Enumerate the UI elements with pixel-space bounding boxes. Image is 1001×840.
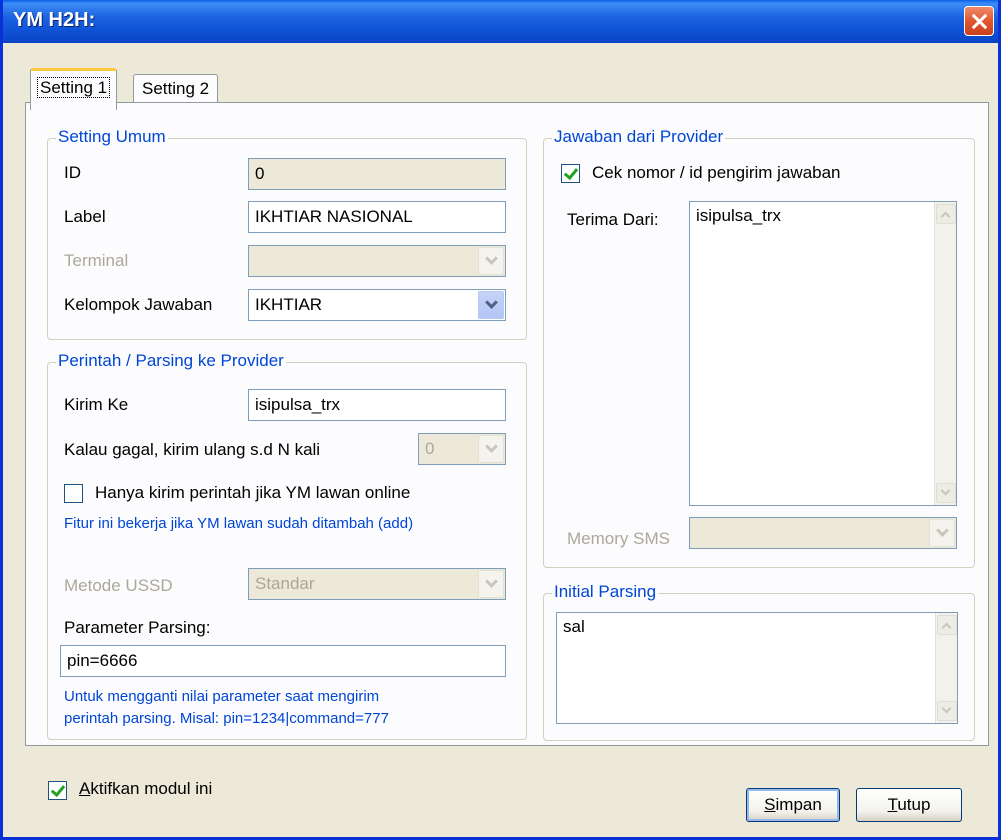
terima-scrollbar[interactable] [934, 202, 956, 505]
chevron-down-icon[interactable] [478, 247, 504, 275]
tutup-text: utup [897, 795, 931, 814]
chevron-down-icon[interactable] [478, 435, 504, 463]
memory-select[interactable] [689, 517, 957, 549]
kirim-ke-field[interactable]: isipulsa_trx [248, 389, 506, 421]
tutup-mnemonic: T [887, 795, 898, 814]
scroll-up-icon[interactable] [937, 615, 957, 635]
chevron-down-icon[interactable] [478, 291, 504, 319]
initial-parsing-scrollbar[interactable] [935, 613, 957, 723]
chevron-down-icon[interactable] [929, 519, 955, 547]
kirim-ke-label: Kirim Ke [64, 395, 129, 414]
online-note: Fitur ini bekerja jika YM lawan sudah di… [64, 515, 414, 532]
kelompok-value: IKHTIAR [255, 295, 323, 314]
aktifkan-label[interactable]: Aktifkan modul ini [79, 779, 212, 799]
close-icon[interactable] [964, 6, 994, 36]
kelompok-select[interactable]: IKHTIAR [248, 289, 506, 321]
online-only-label[interactable]: Hanya kirim perintah jika YM lawan onlin… [95, 483, 410, 503]
scroll-up-icon[interactable] [936, 204, 956, 224]
id-label: ID [64, 163, 81, 182]
param-label: Parameter Parsing: [64, 618, 211, 637]
online-only-checkbox[interactable] [64, 484, 83, 503]
id-field[interactable]: 0 [248, 158, 506, 190]
tutup-button[interactable]: Tutup [856, 788, 962, 822]
param-note-2: perintah parsing. Misal: pin=1234|comman… [64, 710, 389, 727]
chevron-down-icon[interactable] [478, 570, 504, 598]
terminal-select[interactable] [248, 245, 506, 277]
aktifkan-text: ktifkan modul ini [90, 779, 213, 798]
window-title: YM H2H: [13, 9, 96, 31]
aktifkan-mnemonic: A [79, 779, 91, 798]
group-title: Perintah / Parsing ke Provider [56, 351, 286, 371]
cek-checkbox[interactable] [561, 164, 580, 183]
group-title: Initial Parsing [552, 582, 659, 602]
title-bar[interactable]: YM H2H: [3, 0, 998, 43]
cek-label[interactable]: Cek nomor / id pengirim jawaban [592, 163, 841, 183]
scroll-down-icon[interactable] [936, 483, 956, 503]
group-title: Setting Umum [56, 127, 168, 147]
aktifkan-checkbox[interactable] [48, 781, 67, 800]
param-field[interactable]: pin=6666 [60, 645, 506, 677]
simpan-text: impan [775, 795, 822, 814]
initial-parsing-value: sal [563, 617, 585, 636]
tab-setting-1[interactable]: Setting 1 [30, 68, 118, 110]
terima-value: isipulsa_trx [696, 206, 782, 225]
retry-value: 0 [425, 439, 435, 458]
label-label: Label [64, 207, 106, 226]
kelompok-label: Kelompok Jawaban [64, 295, 213, 314]
tab-setting-2[interactable]: Setting 2 [133, 74, 219, 103]
terminal-label: Terminal [64, 251, 129, 270]
param-note-1: Untuk mengganti nilai parameter saat men… [64, 688, 380, 705]
terima-textarea[interactable]: isipulsa_trx [689, 201, 957, 506]
memory-label: Memory SMS [567, 529, 670, 548]
terima-label: Terima Dari: [567, 210, 659, 229]
tab-label: Setting 1 [37, 77, 111, 98]
retry-label: Kalau gagal, kirim ulang s.d N kali [64, 440, 321, 459]
dialog-window: YM H2H: Setting 1 Setting 2 Setting Umum… [0, 0, 1001, 840]
simpan-button[interactable]: Simpan [746, 788, 840, 822]
tab-label: Setting 2 [142, 79, 210, 98]
ussd-value: Standar [255, 574, 315, 593]
ussd-select[interactable]: Standar [248, 568, 506, 600]
initial-parsing-textarea[interactable]: sal [556, 612, 958, 724]
ussd-label: Metode USSD [64, 576, 173, 595]
scroll-down-icon[interactable] [937, 701, 957, 721]
label-field[interactable]: IKHTIAR NASIONAL [248, 201, 506, 233]
simpan-mnemonic: S [764, 795, 776, 814]
retry-select[interactable]: 0 [418, 433, 506, 465]
group-title: Jawaban dari Provider [552, 127, 726, 147]
